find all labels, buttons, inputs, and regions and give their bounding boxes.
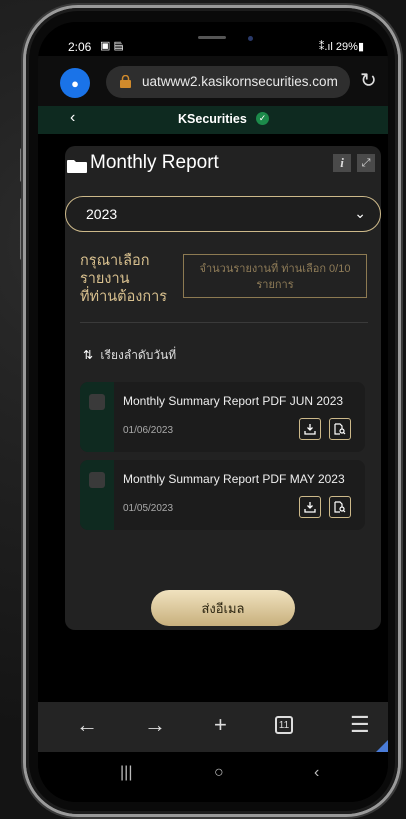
chevron-down-icon: ⌄: [354, 205, 366, 221]
report-card: Monthly Report i ⤢ 2023 ⌄ กรุณาเลือก ราย…: [65, 146, 381, 630]
folder-icon: [67, 160, 87, 173]
page-body: Monthly Report i ⤢ 2023 ⌄ กรุณาเลือก ราย…: [38, 134, 388, 734]
forward-arrow-icon[interactable]: →: [144, 712, 166, 738]
document-search-icon: [334, 501, 346, 513]
brand-name: KSecurities: [178, 112, 247, 126]
status-time: 2:06: [68, 40, 92, 54]
tabs-button[interactable]: 11: [275, 716, 293, 734]
system-nav-bar: ||| ○ ‹: [38, 752, 388, 802]
download-button[interactable]: [299, 496, 321, 518]
browser-tab-icon[interactable]: ●: [60, 68, 90, 98]
select-label-line: รายงาน: [80, 271, 130, 287]
report-name: Monthly Summary Report PDF JUN 2023: [123, 394, 344, 408]
sort-by-date-button[interactable]: ⇅ เรียงลำดับวันที่: [83, 346, 176, 365]
download-icon: [304, 502, 316, 513]
expand-icon[interactable]: ⤢: [357, 154, 375, 172]
report-date: 01/05/2023: [123, 503, 174, 514]
selected-count-text: จำนวนรายงานที่ ท่านเลือก 0/10: [199, 263, 351, 275]
browser-url-bar: ● uatwww2.kasikornsecurities.com ↻: [38, 56, 388, 106]
report-selector-strip: [80, 382, 114, 452]
report-name: Monthly Summary Report PDF MAY 2023: [123, 472, 345, 486]
volume-down-button: [20, 198, 25, 260]
download-icon: [304, 424, 316, 435]
report-date: 01/06/2023: [123, 425, 174, 436]
phone-screen: 2:06 ▣ ▤ ⁑.ıl 29%▮ ● uatwww2.kasikornsec…: [38, 22, 388, 802]
select-report-label: กรุณาเลือก รายงาน ที่ท่านต้องการ: [80, 252, 167, 306]
report-selector-strip: [80, 460, 114, 530]
menu-icon[interactable]: ☰: [350, 712, 370, 738]
volume-up-button: [20, 148, 25, 182]
recent-apps-icon[interactable]: |||: [120, 764, 132, 782]
report-checkbox[interactable]: [89, 472, 105, 488]
select-label-line: ที่ท่านต้องการ: [80, 289, 168, 305]
report-checkbox[interactable]: [89, 394, 105, 410]
speaker-icon: [198, 36, 226, 39]
new-tab-icon[interactable]: +: [214, 712, 227, 738]
report-item: Monthly Summary Report PDF JUN 2023 01/0…: [80, 382, 365, 452]
year-select-value: 2023: [86, 206, 118, 222]
back-button[interactable]: ‹: [70, 109, 75, 127]
browser-toolbar: ← → + 11 ☰: [38, 702, 388, 752]
back-arrow-icon[interactable]: ←: [76, 712, 98, 738]
select-label-line: กรุณาเลือก: [80, 253, 150, 269]
send-email-button[interactable]: ส่งอีเมล: [151, 590, 295, 626]
camera-icon: [248, 36, 253, 41]
document-search-icon: [334, 423, 346, 435]
sort-label: เรียงลำดับวันที่: [100, 348, 177, 362]
url-text: uatwww2.kasikornsecurities.com: [142, 74, 338, 89]
home-icon[interactable]: ○: [214, 764, 224, 782]
view-document-button[interactable]: [329, 418, 351, 440]
url-field[interactable]: uatwww2.kasikornsecurities.com: [106, 66, 350, 98]
lock-icon: [120, 75, 131, 88]
system-back-icon[interactable]: ‹: [314, 764, 319, 782]
selected-count-box: จำนวนรายงานที่ ท่านเลือก 0/10 รายการ: [183, 254, 367, 298]
year-select[interactable]: 2023 ⌄: [65, 196, 381, 232]
report-item: Monthly Summary Report PDF MAY 2023 01/0…: [80, 460, 365, 530]
camera-notch: [120, 22, 306, 54]
sort-icon: ⇅: [83, 348, 94, 362]
divider: [80, 322, 368, 323]
app-header: ‹ KSecurities ✓: [38, 106, 388, 134]
download-button[interactable]: [299, 418, 321, 440]
reload-icon[interactable]: ↻: [360, 68, 377, 93]
view-document-button[interactable]: [329, 496, 351, 518]
info-icon[interactable]: i: [333, 154, 351, 172]
page-title: Monthly Report: [90, 152, 219, 173]
kasikorn-logo-icon: ✓: [256, 112, 269, 125]
status-bar: 2:06 ▣ ▤ ⁑.ıl 29%▮: [38, 22, 388, 56]
selected-count-unit: รายการ: [256, 279, 294, 291]
battery-signal-status: ⁑.ıl 29%▮: [318, 41, 364, 53]
